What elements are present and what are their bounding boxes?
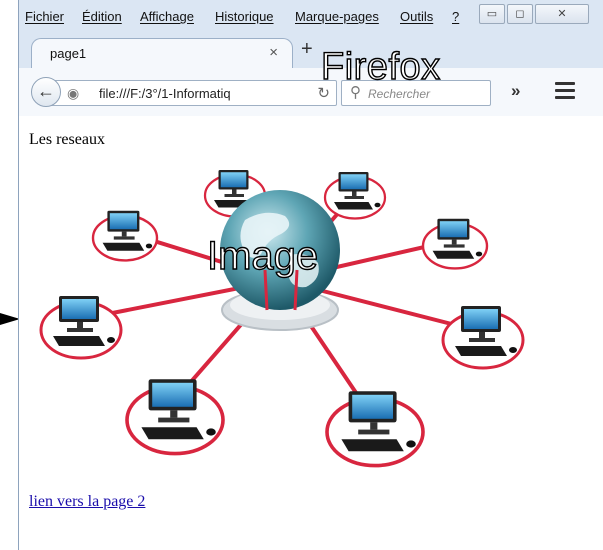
maximize-icon: ◻ — [515, 8, 525, 20]
menu-fichier[interactable]: Fichier — [25, 9, 64, 24]
pointer-arrow-icon — [0, 313, 20, 325]
menu-outils[interactable]: Outils — [400, 9, 433, 24]
new-tab-button[interactable]: + — [301, 38, 313, 61]
network-illustration — [39, 168, 525, 468]
tab-strip: page1 × + — [19, 34, 603, 68]
menu-hamburger-icon[interactable] — [555, 82, 575, 100]
tab-page1[interactable]: page1 × — [31, 38, 293, 68]
image-annotation-label: Image — [206, 233, 319, 278]
menu-affichage[interactable]: Affichage — [140, 9, 194, 24]
maximize-button[interactable]: ◻ — [507, 4, 533, 24]
overflow-chevron-icon[interactable]: » — [511, 81, 520, 101]
tab-title: page1 — [50, 46, 87, 61]
back-arrow-icon: ← — [37, 81, 55, 101]
close-icon: ✕ — [557, 8, 567, 20]
navigation-bar: ◉ file:///F:/3°/1-Informatiq ↻ ← ⚲ » — [19, 68, 603, 117]
url-bar[interactable]: ◉ file:///F:/3°/1-Informatiq ↻ — [47, 80, 337, 106]
url-text: file:///F:/3°/1-Informatiq — [99, 86, 231, 101]
globe-icon: ◉ — [67, 85, 80, 101]
minimize-icon: ▭ — [486, 8, 498, 20]
menu-bar: Fichier Édition Affichage Historique Mar… — [19, 0, 603, 34]
browser-window: Fichier Édition Affichage Historique Mar… — [18, 0, 603, 550]
page-heading: Les reseaux — [29, 131, 105, 148]
page-content: Les reseaux Image lien vers la page 2 — [19, 116, 603, 550]
menu-help[interactable]: ? — [452, 9, 459, 24]
back-button[interactable]: ← — [31, 77, 61, 107]
menu-historique[interactable]: Historique — [215, 9, 274, 24]
firefox-annotation-label: Firefox — [320, 45, 441, 88]
menu-edition[interactable]: Édition — [82, 9, 122, 24]
link-page-2[interactable]: lien vers la page 2 — [29, 493, 145, 511]
close-window-button[interactable]: ✕ — [535, 4, 589, 24]
menu-marque-pages[interactable]: Marque-pages — [295, 9, 379, 24]
minimize-button[interactable]: ▭ — [479, 4, 505, 24]
tab-close-icon[interactable]: × — [269, 44, 278, 61]
